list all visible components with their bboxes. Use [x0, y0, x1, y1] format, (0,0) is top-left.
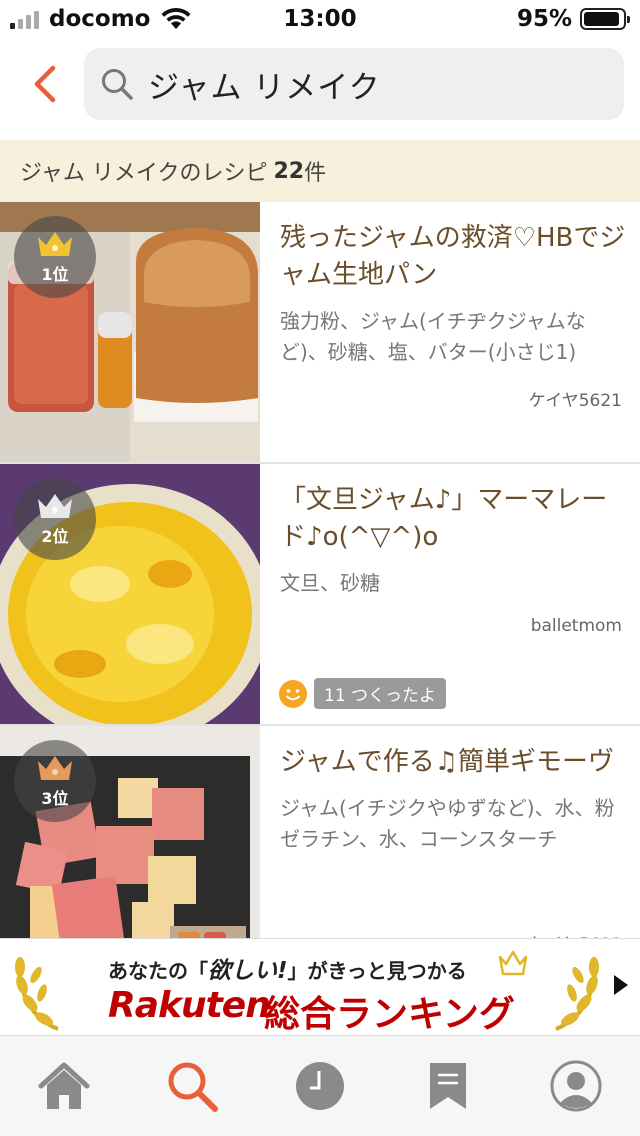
tab-search[interactable] [152, 1046, 232, 1126]
chevron-left-icon [34, 65, 56, 103]
tab-history[interactable] [280, 1046, 360, 1126]
back-button[interactable] [22, 60, 66, 108]
recipe-ingredients: 強力粉、ジャム(イチヂクジャムなど)、砂糖、塩、バター(小さじ1) [280, 309, 586, 364]
crown-icon [38, 756, 72, 780]
crown-icon [38, 232, 72, 256]
battery-icon [580, 8, 630, 30]
ad-tagline-emphasis: 欲しい! [208, 958, 288, 984]
recipe-info: 残ったジャムの救済♡HBでジャム生地パン 強力粉、ジャム(イチヂクジャムなど)、… [280, 220, 626, 368]
rank-label: 1位 [41, 265, 69, 284]
rakuten-logo: Rakuten [108, 985, 271, 1026]
status-bar: docomo 13:00 95% [0, 0, 640, 40]
ad-tagline-suffix: 」がきっと見つかる [287, 959, 467, 983]
ad-banner[interactable]: あなたの「欲しい!」がきっと見つかる Rakuten 総合ランキング [0, 938, 640, 1036]
recipe-ingredients: 文旦、砂糖 [280, 571, 380, 595]
crown-icon [38, 494, 72, 518]
ad-tagline: あなたの「欲しい!」がきっと見つかる [108, 951, 467, 985]
recipe-title[interactable]: 「文旦ジャム♪」マーマレード♪o(^▽^)o [280, 482, 626, 556]
recipe-card[interactable]: 2位 「文旦ジャム♪」マーマレード♪o(^▽^)o 文旦、砂糖 balletmo… [0, 464, 640, 726]
rank-label: 3位 [41, 789, 69, 808]
rank-badge: 1位 [14, 216, 96, 298]
search-input[interactable]: ジャム リメイク [84, 48, 624, 120]
result-unit: 件 [304, 161, 327, 186]
recipe-photo: 2位 [0, 464, 260, 724]
recipe-info: 「文旦ジャム♪」マーマレード♪o(^▽^)o 文旦、砂糖 [280, 482, 626, 599]
search-header: ジャム リメイク [0, 40, 640, 140]
tab-bookmark[interactable] [408, 1046, 488, 1126]
recipe-author[interactable]: balletmom [531, 616, 622, 636]
search-query: ジャム リメイク [148, 69, 381, 106]
rank-badge: 2位 [14, 478, 96, 560]
laurel-wreath-icon [15, 957, 59, 1031]
smile-icon [279, 679, 307, 708]
recipe-ingredients: ジャム(イチジクやゆずなど)、水、粉ゼラチン、水、コーンスターチ [280, 796, 615, 851]
laurel-wreath-icon [555, 957, 599, 1031]
recipe-list: 1位 残ったジャムの救済♡HBでジャム生地パン 強力粉、ジャム(イチヂクジャムな… [0, 202, 640, 988]
ad-tagline-prefix: あなたの「 [108, 959, 208, 983]
bookmark-icon [430, 1063, 466, 1109]
rank-label: 2位 [41, 527, 69, 546]
search-icon [168, 1062, 218, 1112]
recipe-info: ジャムで作る♫簡単ギモーヴ ジャム(イチジクやゆずなど)、水、粉ゼラチン、水、コ… [280, 744, 626, 855]
rank-badge: 3位 [14, 740, 96, 822]
history-clock-icon [296, 1062, 344, 1110]
tab-home[interactable] [24, 1046, 104, 1126]
tab-bar [0, 1036, 640, 1136]
play-arrow-icon[interactable] [612, 973, 630, 997]
crown-icon [498, 950, 528, 976]
recipe-title[interactable]: 残ったジャムの救済♡HBでジャム生地パン [280, 220, 626, 294]
recipe-author[interactable]: ケイヤ5621 [529, 386, 622, 411]
recipe-title[interactable]: ジャムで作る♫簡単ギモーヴ [280, 744, 626, 781]
ad-title: 総合ランキング [264, 994, 515, 1035]
result-label: ジャム リメイクのレシピ [20, 161, 268, 186]
home-icon [38, 1062, 90, 1109]
tsukurepo[interactable]: 11 つくったよ [278, 678, 447, 709]
recipe-card[interactable]: 1位 残ったジャムの救済♡HBでジャム生地パン 強力粉、ジャム(イチヂクジャムな… [0, 202, 640, 464]
profile-icon [550, 1060, 602, 1112]
recipe-photo: 1位 [0, 202, 260, 462]
tab-profile[interactable] [536, 1046, 616, 1126]
result-count: 22 [273, 158, 305, 184]
battery-percentage: 95% [516, 6, 572, 32]
tsukurepo-count: 11 つくったよ [314, 678, 447, 709]
search-icon [102, 69, 133, 100]
result-count-banner: ジャム リメイクのレシピ 22 件 [0, 140, 640, 202]
status-right: 95% [516, 6, 630, 32]
